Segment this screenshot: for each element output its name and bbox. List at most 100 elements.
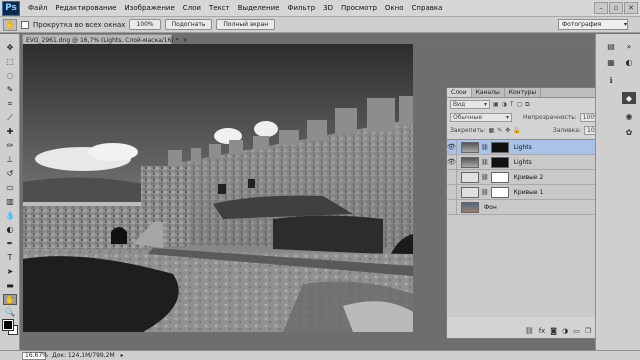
layers-dock-icon[interactable]: ◆ [622, 92, 636, 104]
menu-help[interactable]: Справка [408, 4, 447, 12]
info-icon[interactable]: ℹ [604, 74, 618, 86]
visibility-empty-icon[interactable] [447, 169, 457, 185]
menu-filter[interactable]: Фильтр [283, 4, 319, 12]
type-tool-icon[interactable]: T [3, 252, 17, 263]
mask-link-icon[interactable]: ⛓ [481, 159, 489, 166]
visibility-eye-icon[interactable]: 👁 [447, 139, 457, 155]
move-tool-icon[interactable]: ✥ [3, 42, 17, 53]
adjustments-icon[interactable]: ◐ [622, 56, 636, 68]
healing-brush-tool-icon[interactable]: ✚ [3, 126, 17, 137]
layer-mask-thumbnail[interactable] [490, 186, 509, 198]
link-icon[interactable]: ⛓ [525, 327, 534, 335]
curves-adjustment-icon [461, 186, 479, 198]
maximize-button[interactable]: ▫ [609, 2, 623, 14]
tab-paths[interactable]: Контуры [505, 88, 542, 97]
menu-select[interactable]: Выделение [234, 4, 284, 12]
zoom-level-field[interactable]: 16,67% [22, 351, 48, 360]
gradient-tool-icon[interactable]: ▥ [3, 196, 17, 207]
marquee-tool-icon[interactable]: ⬚ [3, 56, 17, 67]
folder-icon[interactable]: ▭ [573, 327, 580, 335]
layer-mask-thumbnail[interactable] [490, 141, 509, 153]
eyedropper-tool-icon[interactable]: ⟋ [3, 112, 17, 123]
menu-file[interactable]: Файл [24, 4, 51, 12]
layer-thumbnail [461, 156, 479, 168]
lasso-tool-icon[interactable]: ◌ [3, 70, 17, 81]
menu-view[interactable]: Просмотр [337, 4, 381, 12]
mask-link-icon[interactable]: ⛓ [481, 189, 489, 196]
brush-tool-icon[interactable]: ✏ [3, 140, 17, 151]
menu-image[interactable]: Изображение [120, 4, 178, 12]
dodge-tool-icon[interactable]: ◐ [3, 224, 17, 235]
foreground-color-swatch[interactable] [2, 319, 14, 331]
histogram-icon[interactable]: ▦ [604, 56, 618, 68]
menu-window[interactable]: Окно [381, 4, 408, 12]
layer-filter-select[interactable]: Вид ▾ [450, 100, 490, 109]
filter-smart-icon[interactable]: ⧉ [525, 101, 529, 109]
layer-row-lights[interactable]: 👁 ⛓ Lights [447, 154, 611, 170]
blend-mode-select[interactable]: Обычные ▾ [450, 113, 512, 122]
layer-row-lights-top[interactable]: 👁 ⛓ Lights [447, 139, 611, 155]
zoom-tool-icon[interactable]: 🔍 [3, 307, 17, 318]
paths-dock-icon[interactable]: ✿ [622, 126, 636, 138]
filter-shape-icon[interactable]: ▢ [517, 101, 523, 108]
minimize-button[interactable]: – [594, 2, 608, 14]
hand-tool-icon[interactable]: ✋ [3, 294, 17, 305]
full-screen-button[interactable]: Полный экран [216, 19, 276, 30]
layer-mask-thumbnail[interactable] [490, 171, 509, 183]
filter-pixel-icon[interactable]: ▣ [493, 101, 499, 108]
menu-text[interactable]: Текст [205, 4, 234, 12]
layer-row-curves-1[interactable]: ⛓ Кривые 1 [447, 184, 611, 200]
status-arrow-icon[interactable]: ▸ [121, 352, 124, 359]
collapse-dock-icon[interactable]: » [622, 40, 636, 52]
layer-row-curves-2[interactable]: ⛓ Кривые 2 [447, 169, 611, 185]
visibility-eye-icon[interactable]: 👁 [447, 154, 457, 170]
mask-icon[interactable]: ◙ [550, 327, 557, 335]
layer-name: Lights [513, 143, 532, 151]
history-brush-tool-icon[interactable]: ↺ [3, 168, 17, 179]
fortress-photo [23, 44, 413, 332]
document-size-info[interactable]: Док: 124,1M/799,2M [52, 352, 115, 359]
blend-row: Обычные ▾ Непрозрачность: 100% [447, 111, 611, 124]
shape-tool-icon[interactable]: ▬ [3, 280, 17, 291]
close-tab-icon[interactable]: × [183, 37, 188, 44]
visibility-empty-icon[interactable] [447, 199, 457, 215]
zoom-100-button[interactable]: 100% [129, 19, 161, 30]
quick-select-tool-icon[interactable]: ✎ [3, 84, 17, 95]
fit-screen-button[interactable]: Подогнать [164, 19, 213, 30]
fx-icon[interactable]: fx [539, 327, 546, 335]
eraser-tool-icon[interactable]: ▭ [3, 182, 17, 193]
photoshop-logo: Ps [2, 0, 20, 16]
layers-panel: Слои Каналы Контуры Вид ▾ ▣ ◑ T ▢ ⧉ ● Об… [446, 87, 612, 339]
tab-layers[interactable]: Слои [447, 88, 472, 97]
filter-adjustment-icon[interactable]: ◑ [502, 101, 507, 108]
lock-transparent-icon[interactable]: ▦ [489, 127, 495, 134]
tools-panel: ✥ ⬚ ◌ ✎ ⌗ ⟋ ✚ ✏ ⊥ ↺ ▭ ▥ 💧 ◐ ✒ T ➤ ▬ ✋ 🔍 [0, 34, 20, 350]
menu-edit[interactable]: Редактирование [51, 4, 120, 12]
adjustment-icon[interactable]: ◑ [562, 327, 568, 335]
pen-tool-icon[interactable]: ✒ [3, 238, 17, 249]
menu-3d[interactable]: 3D [319, 4, 337, 12]
clone-stamp-tool-icon[interactable]: ⊥ [3, 154, 17, 165]
blur-tool-icon[interactable]: 💧 [3, 210, 17, 221]
mask-link-icon[interactable]: ⛓ [481, 174, 489, 181]
layer-row-background[interactable]: Фон 🔒 [447, 199, 611, 215]
path-select-tool-icon[interactable]: ➤ [3, 266, 17, 277]
mask-link-icon[interactable]: ⛓ [481, 144, 489, 151]
lock-all-icon[interactable]: 🔒 [513, 127, 520, 134]
hand-tool-preset-icon[interactable]: ✋ [3, 18, 17, 31]
visibility-empty-icon[interactable] [447, 184, 457, 200]
new-layer-icon[interactable]: ❐ [585, 327, 591, 335]
lock-position-icon[interactable]: ✥ [505, 127, 510, 134]
scroll-all-checkbox[interactable] [21, 20, 29, 29]
image-canvas[interactable] [23, 44, 413, 332]
close-window-button[interactable]: ✕ [624, 2, 638, 14]
tab-channels[interactable]: Каналы [472, 88, 505, 97]
crop-tool-icon[interactable]: ⌗ [3, 98, 17, 109]
channels-dock-icon[interactable]: ◉ [622, 110, 636, 122]
history-icon[interactable]: ▤ [604, 40, 618, 52]
workspace-select[interactable]: Фотография ▾ [558, 19, 628, 30]
filter-type-icon[interactable]: T [510, 101, 514, 108]
lock-pixels-icon[interactable]: ✎ [497, 127, 502, 134]
layer-mask-thumbnail[interactable] [490, 156, 509, 168]
menu-layers[interactable]: Слои [179, 4, 205, 12]
